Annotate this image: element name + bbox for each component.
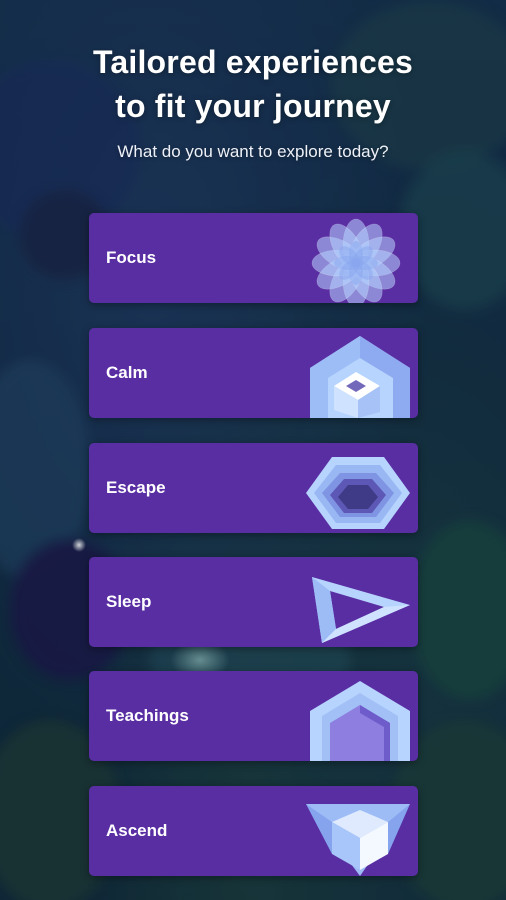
experience-card-sleep[interactable]: Sleep bbox=[89, 557, 418, 647]
experience-card-calm[interactable]: Calm bbox=[89, 328, 418, 418]
experience-card-teachings[interactable]: Teachings bbox=[89, 671, 418, 761]
house-gem-icon bbox=[310, 336, 410, 418]
hexagon-tunnel-icon bbox=[306, 457, 410, 529]
lotus-icon bbox=[311, 218, 401, 303]
experience-label-teachings: Teachings bbox=[106, 706, 189, 725]
experience-label-escape: Escape bbox=[106, 478, 166, 497]
page-header: Tailored experiences to fit your journey… bbox=[0, 40, 506, 162]
experience-label-focus: Focus bbox=[106, 248, 157, 267]
experience-label-sleep: Sleep bbox=[106, 592, 152, 611]
page-title-line-1: Tailored experiences bbox=[93, 44, 413, 80]
page-title-line-2: to fit your journey bbox=[115, 88, 391, 124]
cube-gem-icon bbox=[306, 804, 410, 876]
experience-label-calm: Calm bbox=[106, 363, 148, 382]
experience-label-ascend: Ascend bbox=[106, 821, 168, 840]
triangle-frame-icon bbox=[312, 577, 410, 643]
pentagon-icon bbox=[310, 681, 410, 761]
experience-card-focus[interactable]: Focus bbox=[89, 213, 418, 303]
experience-card-escape[interactable]: Escape bbox=[89, 443, 418, 533]
page-subtitle: What do you want to explore today? bbox=[117, 142, 389, 161]
experience-card-ascend[interactable]: Ascend bbox=[89, 786, 418, 876]
